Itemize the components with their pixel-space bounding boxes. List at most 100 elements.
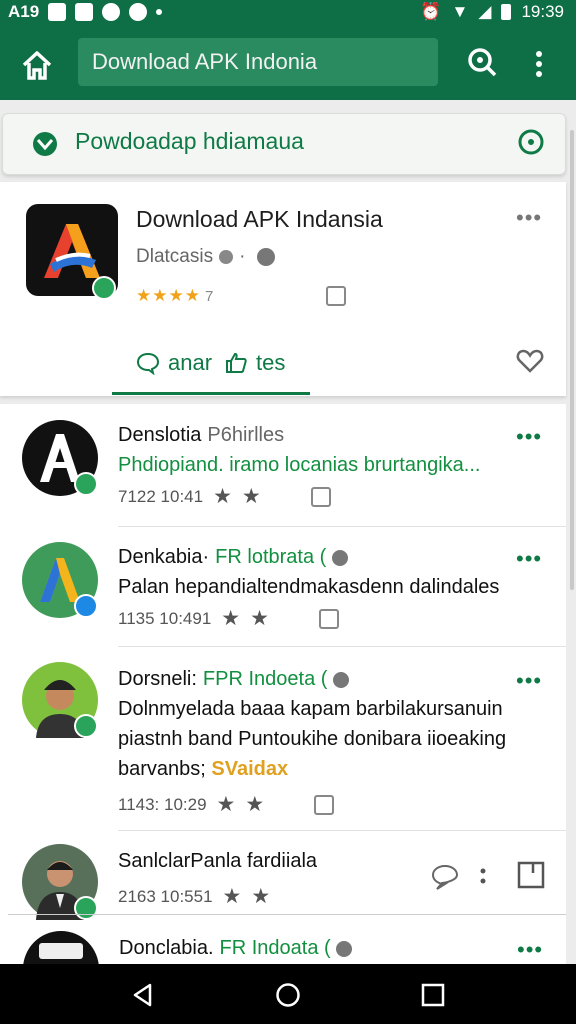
- bookmark-icon[interactable]: [516, 860, 546, 890]
- review-time: 2163 10:551: [118, 886, 213, 906]
- verified-badge-icon: [74, 714, 98, 738]
- more-options-icon[interactable]: •••: [516, 668, 542, 694]
- reviewer-name[interactable]: Dorsneli:: [118, 668, 197, 690]
- review-text: Palan hepandialtendmakasdenn dalindales: [118, 576, 500, 598]
- app-logo-icon: [33, 132, 57, 156]
- review-header: Donclabia. FR Indoata (: [119, 937, 353, 960]
- avatar[interactable]: [22, 542, 98, 618]
- status-bar: A19 ⏰ ▼ ◢ 19:39: [0, 0, 576, 26]
- star-icon[interactable]: ★: [242, 484, 261, 509]
- more-options-icon[interactable]: •••: [516, 546, 542, 572]
- rating-count: 7: [204, 288, 215, 305]
- reviewer-name[interactable]: Denslotia: [118, 424, 201, 446]
- globe-icon: [257, 248, 276, 266]
- reviewer-name[interactable]: SanlclarPanla fardiiala: [118, 850, 317, 873]
- notification-dot-icon: [156, 9, 163, 15]
- heart-icon[interactable]: [516, 348, 544, 374]
- developer-name[interactable]: Dlatcasis: [136, 246, 213, 268]
- star-icon[interactable]: ★: [217, 792, 236, 817]
- info-dot-icon: [219, 250, 234, 264]
- search-input[interactable]: Download APK Indonia: [78, 38, 438, 86]
- verified-badge-icon: [74, 594, 98, 618]
- app-notification-icon: [102, 3, 121, 21]
- rating: ★★★★ 7: [136, 286, 214, 306]
- message-icon[interactable]: [318, 608, 339, 629]
- review-header: Denslotia P6hirlles: [118, 424, 284, 447]
- comment-icon: [136, 352, 160, 375]
- review-source: FPR Indoeta (: [202, 668, 328, 690]
- star-icon[interactable]: ★: [213, 484, 232, 509]
- alarm-icon: ⏰: [420, 2, 442, 21]
- search-icon[interactable]: [466, 46, 498, 78]
- tab-bar: anar tes: [0, 332, 566, 396]
- record-icon: [129, 3, 148, 21]
- app-card: Download APK Indansia Dlatcasis · ★★★★ 7 …: [0, 182, 566, 396]
- home-nav-icon[interactable]: [275, 982, 301, 1008]
- review-meta: 1135 10:491 ★ ★: [118, 606, 339, 631]
- overflow-menu-icon[interactable]: [478, 866, 488, 886]
- avatar[interactable]: [22, 420, 98, 496]
- review-highlight: SVaidax: [211, 758, 289, 780]
- clock: 19:39: [521, 2, 564, 21]
- gallery-icon: [48, 3, 67, 21]
- avatar[interactable]: [23, 931, 99, 964]
- reviewer-name[interactable]: Donclabia.: [119, 937, 214, 959]
- review-time: 1135 10:491: [118, 608, 212, 628]
- reviewer-name[interactable]: Denkabia·: [118, 546, 209, 568]
- avatar[interactable]: [22, 662, 98, 738]
- app-bar: Download APK Indonia: [0, 26, 576, 100]
- message-icon[interactable]: [314, 794, 335, 815]
- review-time: 7122 10:41: [118, 486, 204, 506]
- avatar[interactable]: [22, 844, 98, 920]
- star-icon[interactable]: ★: [245, 792, 264, 817]
- message-icon[interactable]: [310, 486, 331, 507]
- verified-badge-icon: [92, 276, 116, 300]
- review-text: Phdiopiand. iramo locanias brurtangika..…: [118, 454, 481, 476]
- star-icon[interactable]: ★: [250, 606, 269, 631]
- divider: [118, 526, 566, 527]
- star-icon[interactable]: ★: [251, 884, 270, 909]
- info-dot-icon: [333, 671, 349, 688]
- info-dot-icon: [331, 549, 348, 566]
- promo-banner[interactable]: Powdoadap hdiamaua: [2, 113, 566, 175]
- app-title: Download APK Indansia: [136, 206, 383, 232]
- battery-icon: [501, 4, 512, 20]
- comment-icon[interactable]: [430, 862, 460, 892]
- more-options-icon[interactable]: •••: [516, 424, 542, 450]
- review-meta: 2163 10:551 ★ ★: [118, 884, 270, 909]
- active-tab-indicator: [112, 392, 310, 395]
- review-header: Dorsneli: FPR Indoeta (: [118, 668, 349, 691]
- divider: [118, 830, 566, 831]
- message-icon[interactable]: [326, 286, 346, 306]
- review-source: P6hirlles: [207, 424, 285, 446]
- rating-stars: ★★★★: [136, 286, 201, 305]
- verified-badge-icon: [74, 472, 98, 496]
- tab-comments-label: anar: [168, 350, 213, 375]
- scrollbar[interactable]: [570, 130, 574, 590]
- star-icon[interactable]: ★: [223, 884, 242, 909]
- review-time: 1143: 10:29: [118, 794, 207, 814]
- tab-likes-label: tes: [256, 350, 286, 375]
- review-header: Denkabia· FR lotbrata (: [118, 546, 348, 569]
- recents-icon[interactable]: [420, 982, 446, 1008]
- tab-comments[interactable]: anar tes: [136, 350, 285, 376]
- app-icon[interactable]: [26, 204, 118, 300]
- more-options-icon[interactable]: •••: [517, 937, 543, 963]
- home-icon[interactable]: [20, 48, 54, 82]
- verified-badge-icon: [74, 896, 98, 920]
- review-source: FR Indoata (: [219, 937, 331, 959]
- signal-icon: ◢: [478, 2, 492, 21]
- list-item[interactable]: Donclabia. FR Indoata ( •••: [8, 914, 566, 964]
- banner-text: Powdoadap hdiamaua: [75, 128, 304, 154]
- more-options-icon[interactable]: •••: [516, 207, 542, 229]
- divider: [118, 646, 566, 647]
- review-text: Dolnmyelada baaa kapam barbilakursanuin …: [118, 698, 507, 780]
- review-meta: 7122 10:41 ★ ★: [118, 484, 331, 509]
- overflow-menu-icon[interactable]: [532, 50, 546, 78]
- review-source: FR lotbrata (: [215, 546, 327, 568]
- back-icon[interactable]: [130, 982, 156, 1008]
- star-icon[interactable]: ★: [221, 606, 240, 631]
- info-icon[interactable]: [517, 128, 545, 156]
- mail-icon: [75, 3, 94, 21]
- wifi-icon: ▼: [451, 2, 469, 21]
